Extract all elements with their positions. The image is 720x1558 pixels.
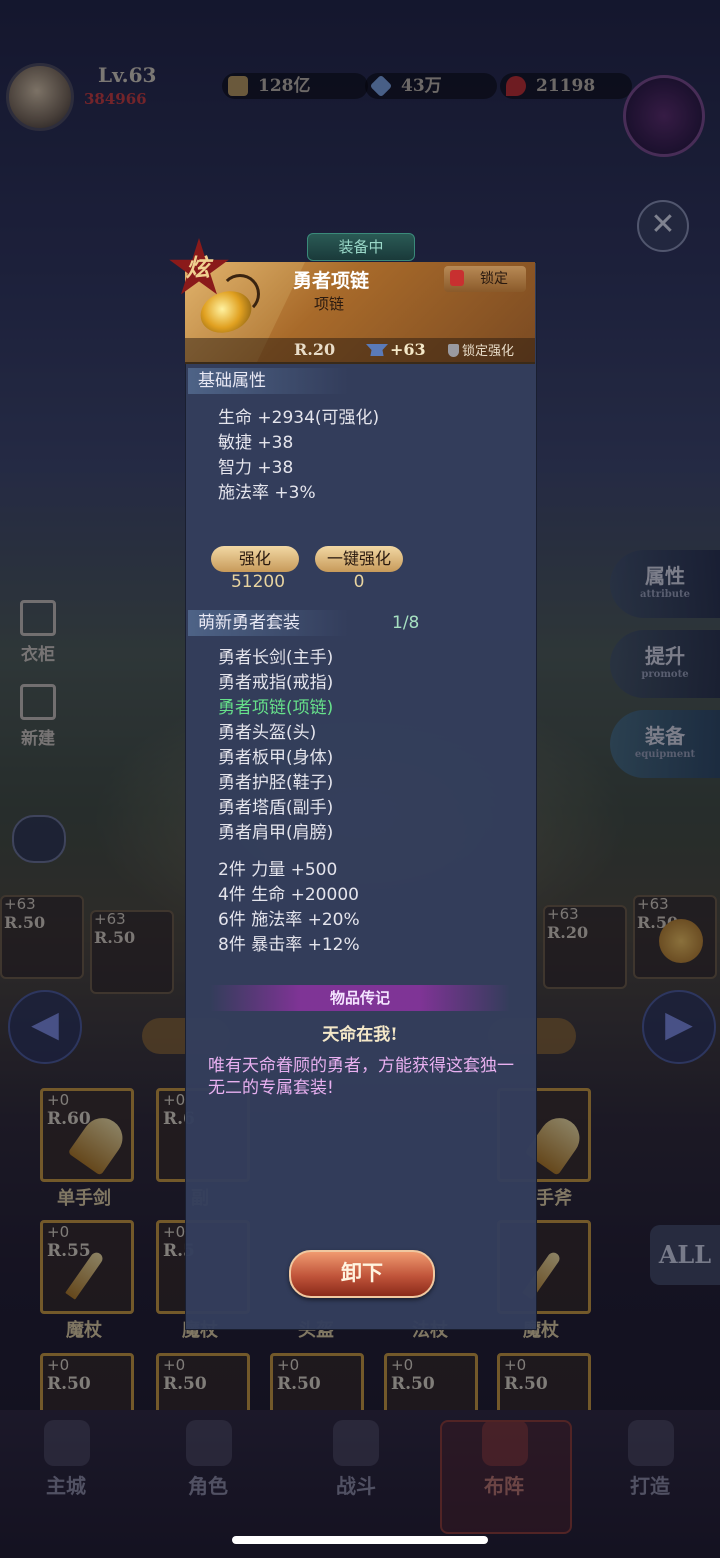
item-type: 项链	[314, 295, 345, 313]
set-count: 1/8	[392, 613, 420, 633]
shield-icon	[448, 344, 459, 357]
set-piece: 勇者板甲(身体)	[218, 748, 334, 768]
unequip-button[interactable]: 卸下	[289, 1250, 435, 1298]
set-piece: 勇者长剑(主手)	[218, 648, 334, 668]
lock-label: 锁定	[480, 271, 508, 287]
set-piece-owned: 勇者项链(项链)	[218, 698, 334, 718]
lock-icon	[450, 270, 464, 286]
lock-enhance-label: 锁定强化	[462, 344, 515, 359]
set-bonus: 4件 生命 +20000	[218, 885, 359, 905]
base-stat: 敏捷 +38	[218, 433, 294, 453]
enhance-button[interactable]: 强化	[211, 546, 299, 572]
set-piece: 勇者戒指(戒指)	[218, 673, 334, 693]
set-bonus: 8件 暴击率 +12%	[218, 935, 360, 955]
biography-text: 唯有天命眷顾的勇者，方能获得这套独一无二的专属套装!	[208, 1056, 514, 1098]
set-piece: 勇者头盔(头)	[218, 723, 317, 743]
set-bonus: 2件 力量 +500	[218, 860, 338, 880]
biography-title: 物品传记	[329, 989, 390, 1007]
base-stat: 智力 +38	[218, 458, 294, 478]
item-name: 勇者项链	[293, 270, 370, 292]
base-stat: 生命 +2934(可强化)	[218, 408, 380, 428]
biography-heading: 天命在我!	[322, 1025, 398, 1045]
lock-button[interactable]: 锁定	[444, 266, 526, 292]
item-badge: 炫	[186, 253, 210, 282]
one-click-enhance-button[interactable]: 一键强化	[315, 546, 403, 572]
set-piece: 勇者肩甲(肩膀)	[218, 823, 334, 843]
enhance-cost: 51200	[230, 572, 286, 592]
lock-enhance-button[interactable]: 锁定强化	[448, 340, 514, 359]
set-bonus: 6件 施法率 +20%	[218, 910, 360, 930]
item-enhance-level: +63	[390, 340, 426, 359]
equipped-tag: 装备中	[307, 233, 415, 261]
base-stat: 施法率 +3%	[218, 483, 316, 503]
home-indicator[interactable]	[232, 1536, 488, 1544]
necklace-icon	[194, 274, 262, 344]
set-piece: 勇者护胫(鞋子)	[218, 773, 334, 793]
base-attributes-header: 基础属性	[188, 368, 348, 394]
item-rank: R.20	[294, 340, 336, 359]
set-piece: 勇者塔盾(副手)	[218, 798, 334, 818]
one-click-enhance-cost: 0	[353, 572, 365, 592]
set-name: 萌新勇者套装	[188, 610, 348, 636]
